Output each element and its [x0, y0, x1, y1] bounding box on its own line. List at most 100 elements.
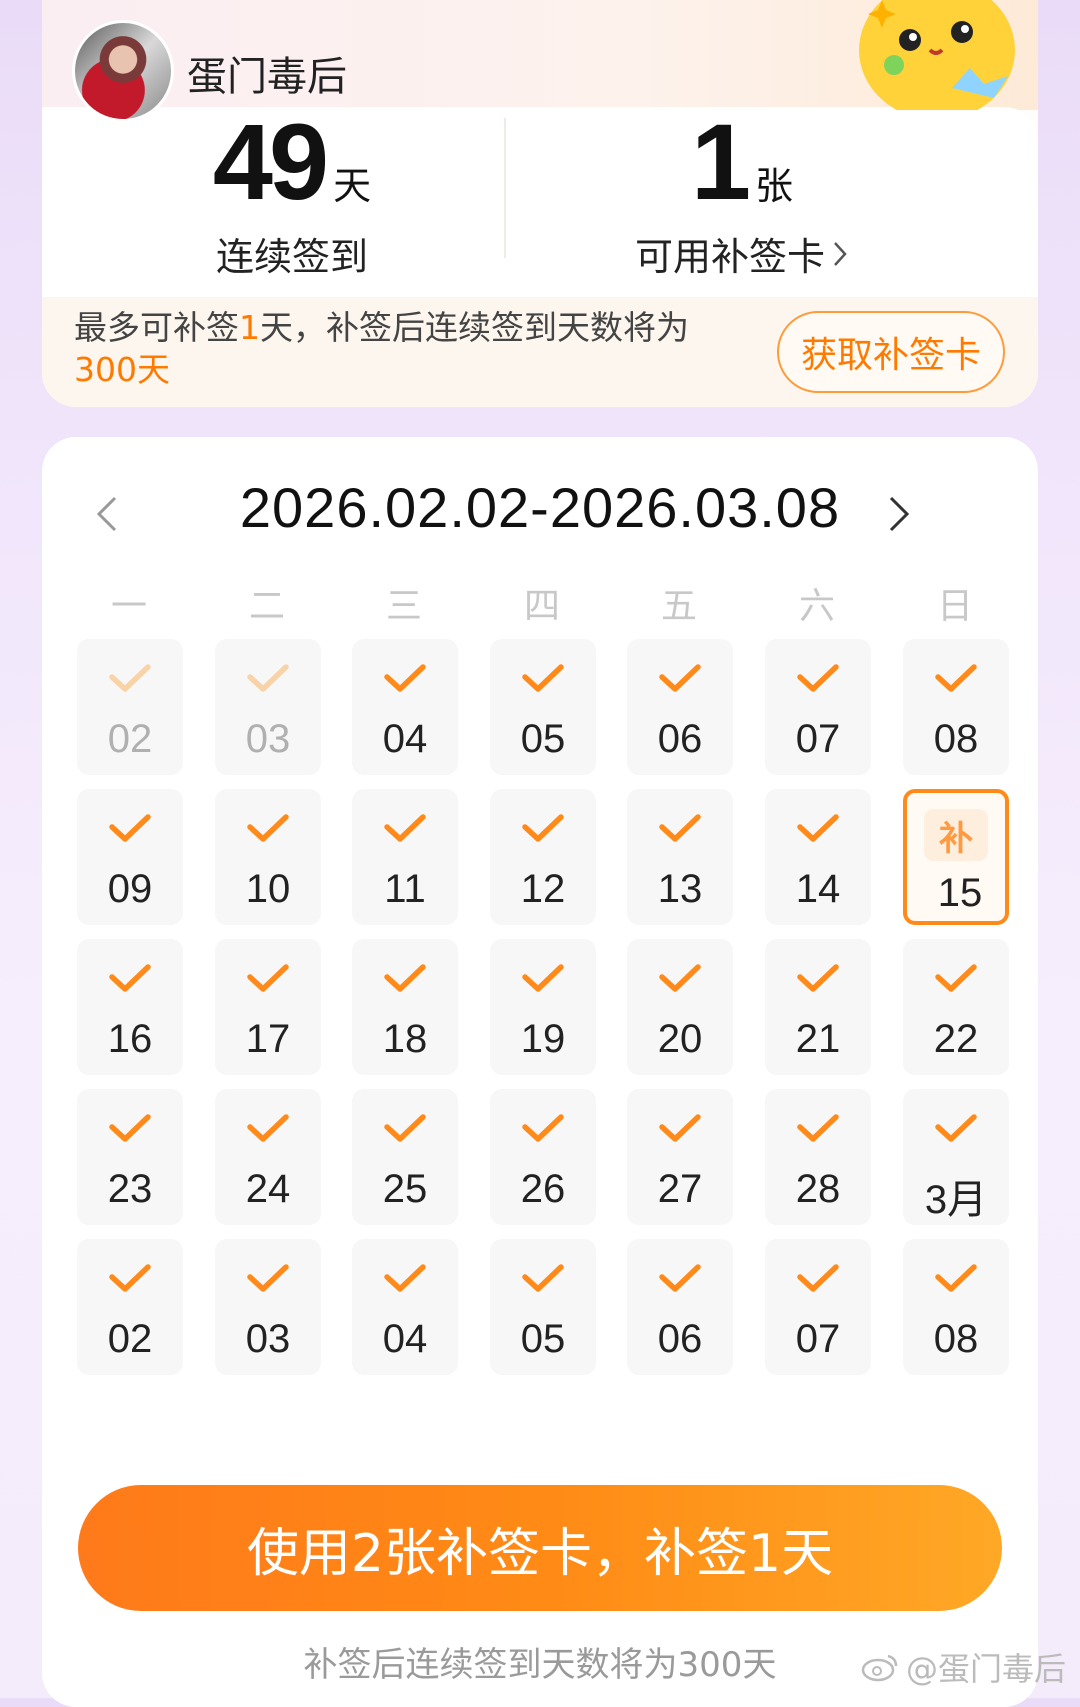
- day-cell[interactable]: 27: [627, 1089, 733, 1225]
- checkmark-icon: [627, 663, 733, 703]
- checkmark-icon: [490, 1263, 596, 1303]
- day-cell[interactable]: 16: [77, 939, 183, 1075]
- checkmark-icon: [215, 813, 321, 853]
- day-number: 11: [384, 867, 426, 911]
- day-number: 28: [795, 1167, 841, 1211]
- day-cell[interactable]: 18: [352, 939, 458, 1075]
- day-number: 08: [933, 1317, 979, 1361]
- watermark: @蛋门毒后: [860, 1644, 1066, 1690]
- day-number: 07: [795, 717, 841, 761]
- streak-stat: 49 天 连续签到: [162, 108, 422, 281]
- day-cell[interactable]: 03: [215, 1239, 321, 1375]
- day-cell[interactable]: 13: [627, 789, 733, 925]
- day-number: 26: [520, 1167, 566, 1211]
- day-cell[interactable]: 07: [765, 1239, 871, 1375]
- weekday-label: 六: [798, 586, 835, 627]
- day-number: 09: [107, 867, 153, 911]
- weekday-label: 五: [660, 586, 697, 627]
- next-range-button[interactable]: [874, 489, 924, 539]
- cards-value: 1: [690, 101, 751, 222]
- day-number: 07: [795, 1317, 841, 1361]
- day-number: 23: [107, 1167, 153, 1211]
- day-cell[interactable]: 08: [903, 639, 1009, 775]
- day-cell[interactable]: 06: [627, 1239, 733, 1375]
- checkmark-icon: [215, 1113, 321, 1153]
- checkmark-icon: [77, 663, 183, 703]
- day-cell[interactable]: 10: [215, 789, 321, 925]
- checkmark-icon: [765, 1113, 871, 1153]
- checkmark-icon: [765, 963, 871, 1003]
- day-cell[interactable]: 25: [352, 1089, 458, 1225]
- day-cell[interactable]: 07: [765, 639, 871, 775]
- weekday-label: 四: [523, 586, 560, 627]
- checkmark-icon: [215, 663, 321, 703]
- makeup-day-cell[interactable]: 补 15: [903, 789, 1009, 925]
- avatar[interactable]: [72, 20, 174, 122]
- day-cell[interactable]: 26: [490, 1089, 596, 1225]
- day-number: 05: [520, 1317, 566, 1361]
- day-cell[interactable]: 06: [627, 639, 733, 775]
- weekday-label: 二: [248, 586, 285, 627]
- chevron-right-icon: [889, 496, 910, 532]
- day-cell[interactable]: 20: [627, 939, 733, 1075]
- makeup-card-stat[interactable]: 1张 可用补签卡: [572, 108, 912, 281]
- checkmark-icon: [490, 813, 596, 853]
- checkmark-icon: [765, 663, 871, 703]
- notice-text: 最多可补签1天，补签后连续签到天数将为 300天: [74, 307, 774, 391]
- day-cell[interactable]: 22: [903, 939, 1009, 1075]
- day-cell[interactable]: 04: [352, 1239, 458, 1375]
- checkmark-icon: [215, 1263, 321, 1303]
- day-number: 10: [245, 867, 291, 911]
- day-number: 15: [937, 871, 983, 915]
- weekday-label: 一: [110, 586, 147, 627]
- day-cell[interactable]: 17: [215, 939, 321, 1075]
- day-number: 14: [795, 867, 841, 911]
- checkmark-icon: [77, 1263, 183, 1303]
- day-cell[interactable]: 21: [765, 939, 871, 1075]
- day-cell[interactable]: 3月: [903, 1089, 1009, 1225]
- use-makeup-card-button[interactable]: 使用2张补签卡，补签1天: [78, 1485, 1002, 1611]
- day-number: 03: [245, 717, 291, 761]
- day-number: 21: [795, 1017, 841, 1061]
- checkmark-icon: [627, 1263, 733, 1303]
- checkmark-icon: [490, 663, 596, 703]
- day-number: 05: [520, 717, 566, 761]
- day-cell[interactable]: 19: [490, 939, 596, 1075]
- day-number: 04: [382, 717, 428, 761]
- day-cell[interactable]: 28: [765, 1089, 871, 1225]
- day-cell[interactable]: 05: [490, 639, 596, 775]
- day-cell[interactable]: 03: [215, 639, 321, 775]
- day-cell[interactable]: 02: [77, 1239, 183, 1375]
- day-cell[interactable]: 02: [77, 639, 183, 775]
- day-number: 02: [107, 717, 153, 761]
- day-number: 18: [382, 1017, 428, 1061]
- day-cell[interactable]: 24: [215, 1089, 321, 1225]
- checkmark-icon: [77, 813, 183, 853]
- day-cell[interactable]: 14: [765, 789, 871, 925]
- checkmark-icon: [627, 1113, 733, 1153]
- day-cell[interactable]: 23: [77, 1089, 183, 1225]
- day-cell[interactable]: 08: [903, 1239, 1009, 1375]
- day-cell[interactable]: 09: [77, 789, 183, 925]
- day-number: 17: [245, 1017, 291, 1061]
- day-number: 03: [245, 1317, 291, 1361]
- username: 蛋门毒后: [187, 54, 347, 100]
- weibo-logo-icon: [861, 1654, 898, 1682]
- day-cell[interactable]: 12: [490, 789, 596, 925]
- day-number: 24: [245, 1167, 291, 1211]
- weekday-label: 三: [385, 586, 422, 627]
- checkmark-icon: [215, 963, 321, 1003]
- checkmark-icon: [903, 963, 1009, 1003]
- day-number: 12: [520, 867, 566, 911]
- checkmark-icon: [352, 1263, 458, 1303]
- day-cell[interactable]: 04: [352, 639, 458, 775]
- checkmark-icon: [490, 963, 596, 1003]
- get-makeup-card-button[interactable]: 获取补签卡: [777, 311, 1005, 393]
- day-cell[interactable]: 11: [352, 789, 458, 925]
- calendar-card: 2026.02.02-2026.03.08 一二三四五六日 02 03 04 05 06…: [42, 437, 1038, 1707]
- checkmark-icon: [765, 813, 871, 853]
- makeup-notice: 最多可补签1天，补签后连续签到天数将为 300天 获取补签卡: [42, 297, 1038, 407]
- day-cell[interactable]: 05: [490, 1239, 596, 1375]
- day-number: 19: [520, 1017, 566, 1061]
- day-number: 3月: [924, 1178, 988, 1222]
